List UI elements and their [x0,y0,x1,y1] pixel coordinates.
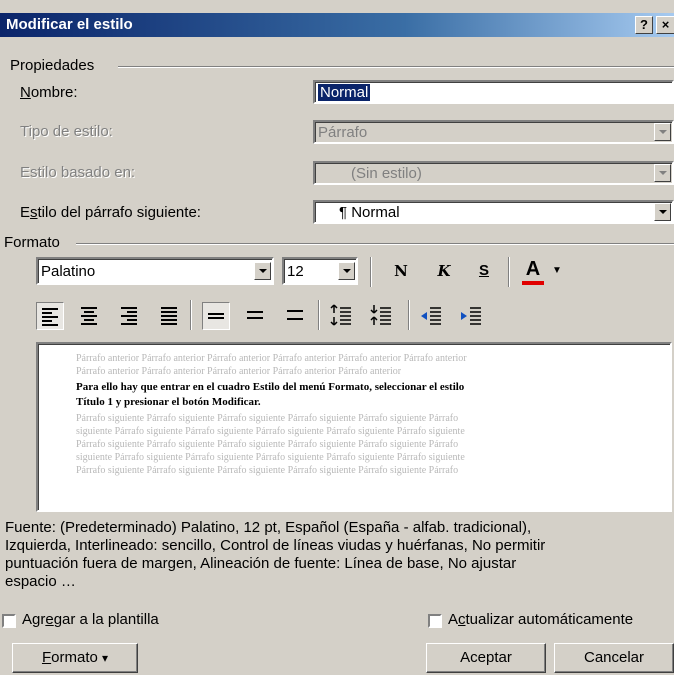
increase-indent-button[interactable] [458,302,486,330]
chevron-down-icon[interactable] [254,262,271,280]
justify-button[interactable] [156,302,184,330]
bold-button[interactable]: N [387,258,415,286]
font-color-dropdown[interactable]: ▼ [548,258,566,286]
toolbar-separator [508,257,510,287]
chevron-down-icon [654,164,671,182]
accept-button[interactable]: Aceptar [426,643,546,673]
toolbar-separator [318,300,320,330]
align-left-button[interactable] [36,302,64,330]
auto-update-checkbox[interactable] [428,614,442,628]
double-spacing-button[interactable] [282,302,310,330]
properties-group-label: Propiedades [10,57,99,74]
next-style-select[interactable]: ¶ Normal [313,200,674,224]
name-value: Normal [318,84,371,101]
format-group-label: Formato [4,234,64,251]
underline-icon: S [478,262,489,279]
align-center-icon [81,307,97,325]
preview-next-line: siguiente Párrafo siguiente Párrafo sigu… [76,452,465,463]
next-style-label: Estilo del párrafo siguiente: [20,204,201,221]
align-left-icon [42,308,58,326]
add-to-template-label: Agregar a la plantilla [22,611,159,628]
help-button[interactable]: ? [635,16,653,34]
font-value: Palatino [41,263,96,280]
based-on-value: (Sin estilo) [351,165,422,182]
cancel-button[interactable]: Cancelar [554,643,674,673]
add-to-template-checkbox[interactable] [2,614,16,628]
properties-group-line [118,66,674,68]
align-right-icon [121,307,137,325]
close-button[interactable]: × [656,16,674,34]
font-color-swatch [522,281,544,285]
style-type-value: Párrafo [318,124,368,141]
single-spacing-button[interactable] [202,302,230,330]
style-type-label: Tipo de estilo: [20,123,113,140]
style-description: Fuente: (Predeterminado) Palatino, 12 pt… [5,519,546,590]
double-spacing-icon [287,310,303,320]
preview-next-line: siguiente Párrafo siguiente Párrafo sigu… [76,426,465,437]
italic-icon: K [437,262,451,280]
based-on-select: (Sin estilo) [313,161,674,185]
one-half-spacing-button[interactable] [242,302,270,330]
close-icon: × [661,17,670,32]
style-preview: Párrafo anterior Párrafo anterior Párraf… [36,342,672,512]
toolbar-separator [370,257,372,287]
preview-sample-text: Para ello hay que entrar en el cuadro Es… [76,381,465,408]
italic-button[interactable]: K [430,258,458,286]
chevron-down-icon: ▾ [102,651,109,665]
increase-indent-icon [461,307,481,325]
auto-update-label: Actualizar automáticamente [448,611,634,628]
chevron-down-icon[interactable] [654,203,671,221]
preview-next-line: Párrafo siguiente Párrafo siguiente Párr… [76,465,459,476]
name-input[interactable]: Normal [313,80,674,104]
space-after-button[interactable] [368,302,396,330]
underline-button[interactable]: S [470,258,498,286]
space-before-icon [330,304,351,326]
space-after-icon [370,305,391,325]
preview-previous-line: Párrafo anterior Párrafo anterior Párraf… [76,353,467,364]
justify-icon [161,307,177,325]
next-style-value: ¶ Normal [339,204,400,221]
toolbar-separator [190,300,192,330]
decrease-indent-icon [421,307,441,325]
one-half-spacing-icon [247,311,263,319]
preview-previous-line: Párrafo anterior Párrafo anterior Párraf… [76,366,402,377]
name-label: Nombre: [20,84,78,101]
decrease-indent-button[interactable] [418,302,446,330]
font-size-select[interactable]: 12 [282,257,358,285]
single-spacing-icon [208,313,224,319]
preview-next-line: Párrafo siguiente Párrafo siguiente Párr… [76,413,459,424]
toolbar-separator [408,300,410,330]
font-color-icon: A [525,258,541,280]
bold-icon: N [394,262,408,280]
title-bar: Modificar el estilo ? × [0,13,674,37]
chevron-down-icon [654,123,671,141]
font-size-value: 12 [287,263,304,280]
window-title: Modificar el estilo [6,16,133,33]
align-center-button[interactable] [76,302,104,330]
font-color-button[interactable]: A [518,256,548,285]
font-select[interactable]: Palatino [36,257,274,285]
align-right-button[interactable] [116,302,144,330]
chevron-down-icon[interactable] [338,262,355,280]
format-menu-button[interactable]: Formato ▾ [12,643,138,673]
format-group-line [76,243,674,245]
based-on-label: Estilo basado en: [20,164,136,181]
style-type-select: Párrafo [313,120,674,144]
space-before-button[interactable] [328,302,356,330]
help-icon: ? [640,17,648,32]
preview-next-line: Párrafo siguiente Párrafo siguiente Párr… [76,439,459,450]
